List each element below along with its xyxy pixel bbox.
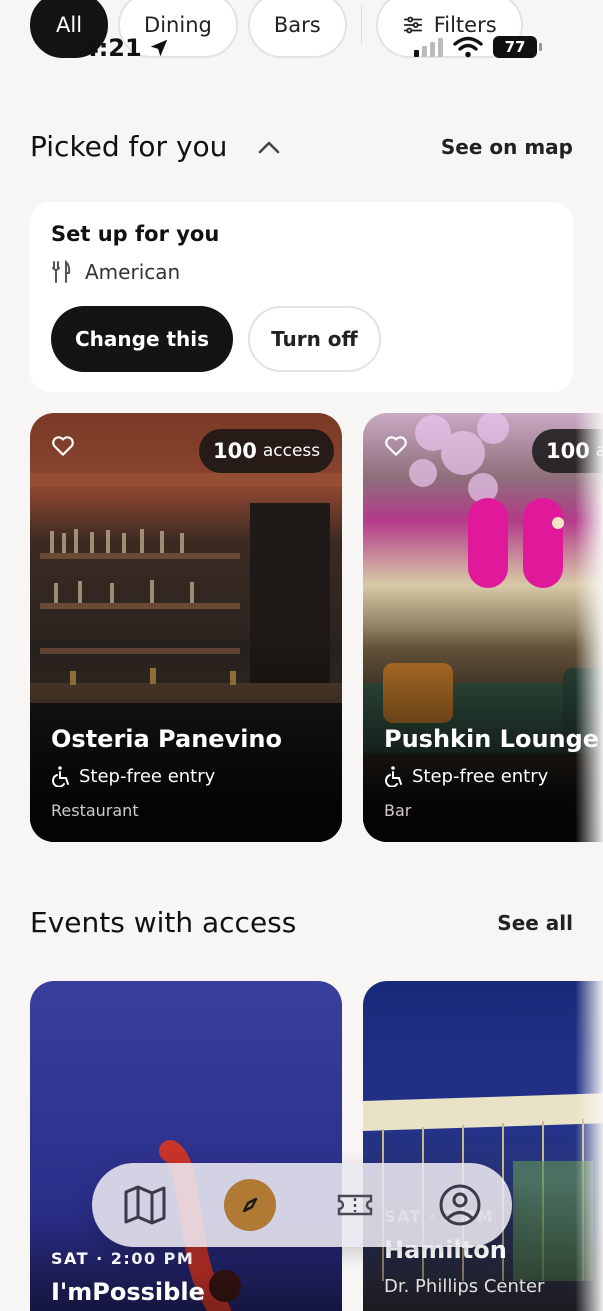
bottom-tab-bar [92, 1163, 512, 1247]
picked-section-header: Picked for you See on map [30, 130, 573, 163]
cellular-signal-icon [414, 37, 443, 57]
venue-name: Osteria Panevino [51, 725, 282, 753]
ticket-icon [337, 1194, 372, 1216]
map-icon [124, 1185, 165, 1225]
see-all-link[interactable]: See all [497, 911, 573, 935]
sliders-icon [403, 16, 422, 34]
change-this-button[interactable]: Change this [51, 306, 234, 372]
event-card-impossible[interactable]: SAT · 2:00 PM I'mPossible [30, 981, 342, 1311]
tab-tickets[interactable] [329, 1179, 381, 1231]
chip-divider [360, 5, 362, 45]
setup-preference: American [51, 260, 552, 284]
venue-card-pushkin-lounge[interactable]: 100 ac Pushkin Lounge & Step-free entry … [363, 413, 603, 842]
tab-map[interactable] [119, 1179, 171, 1231]
heart-icon[interactable] [383, 433, 409, 459]
setup-buttons: Change this Turn off [51, 306, 552, 372]
events-section-header: Events with access See all [30, 906, 573, 939]
wheelchair-icon [52, 766, 69, 787]
venue-info: Pushkin Lounge & Step-free entry Bar [384, 725, 603, 820]
setup-card: Set up for you American Change this Turn… [30, 202, 573, 392]
setup-preference-text: American [85, 260, 181, 284]
location-arrow-icon [150, 39, 167, 57]
filters-label: Filters [433, 13, 497, 37]
carousel-edge-fade [575, 981, 603, 1311]
venue-carousel[interactable]: 100 access Osteria Panevino Step-free en… [30, 413, 603, 843]
event-title: I'mPossible [51, 1278, 205, 1306]
venue-feature: Step-free entry [384, 765, 603, 787]
status-indicators: 77 [414, 36, 542, 58]
profile-icon [439, 1184, 480, 1226]
event-info: SAT · 2:00 PM I'mPossible [51, 1249, 205, 1306]
venue-info: Osteria Panevino Step-free entry Restaur… [51, 725, 282, 820]
status-time-text: 4:21 [82, 34, 142, 62]
chevron-up-icon[interactable] [257, 138, 281, 156]
picked-title-text: Picked for you [30, 130, 228, 163]
venue-feature-text: Step-free entry [412, 765, 549, 787]
access-count: 100 [213, 439, 257, 463]
turn-off-button[interactable]: Turn off [248, 306, 381, 372]
heart-icon[interactable] [50, 433, 76, 459]
event-venue: Dr. Phillips Center [384, 1276, 545, 1297]
venue-type: Restaurant [51, 801, 139, 820]
filter-chip-label: Bars [273, 13, 321, 37]
fork-knife-icon [52, 260, 71, 283]
tab-explore[interactable] [223, 1179, 276, 1231]
carousel-edge-fade [575, 413, 603, 843]
filter-chip-label: All [56, 13, 83, 37]
venue-card-osteria-panevino[interactable]: 100 access Osteria Panevino Step-free en… [30, 413, 342, 842]
setup-card-title: Set up for you [51, 222, 220, 246]
battery-indicator: 77 [493, 36, 542, 58]
tab-profile[interactable] [434, 1179, 486, 1231]
access-badge: 100 access [199, 429, 335, 473]
venue-feature-text: Step-free entry [79, 765, 216, 787]
wheelchair-icon [385, 766, 402, 787]
wifi-icon [453, 36, 483, 58]
see-on-map-link[interactable]: See on map [441, 135, 573, 159]
events-carousel[interactable]: SAT · 2:00 PM I'mPossible SAT · 2 PM Ham… [30, 981, 603, 1311]
venue-feature: Step-free entry [51, 765, 282, 787]
events-section-title: Events with access [30, 906, 297, 939]
filter-chip-bars[interactable]: Bars [247, 0, 347, 58]
status-time: 4:21 [82, 34, 170, 62]
compass-icon [242, 1197, 257, 1213]
venue-type: Bar [384, 801, 412, 820]
access-label: access [262, 441, 321, 461]
venue-name: Pushkin Lounge & [384, 725, 603, 753]
event-card-hamilton[interactable]: SAT · 2 PM Hamilton Dr. Phillips Center [363, 981, 603, 1311]
event-date: SAT · 2:00 PM [51, 1249, 195, 1268]
picked-section-title: Picked for you [30, 130, 281, 163]
